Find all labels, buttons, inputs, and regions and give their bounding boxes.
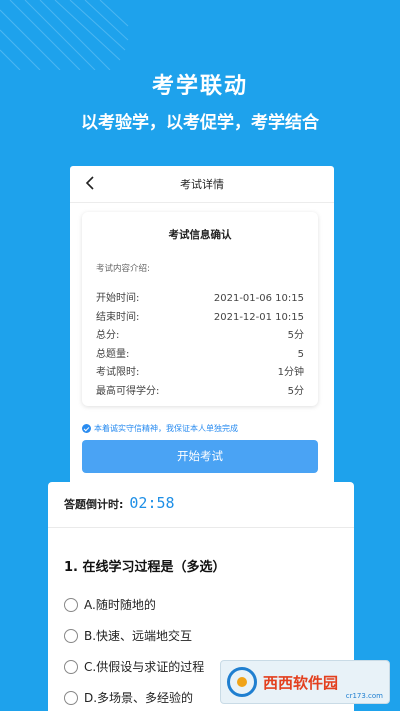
row-value: 2021-12-01 10:15 [213, 311, 304, 323]
radio-icon[interactable] [64, 597, 78, 612]
row-label: 开始时间: [96, 293, 140, 304]
timer-value: 02:58 [129, 494, 175, 512]
radio-icon[interactable] [64, 628, 78, 643]
option-c[interactable]: C.供假设与求证的过程 [64, 658, 204, 675]
radio-icon[interactable] [64, 690, 78, 705]
hero-title: 考学联动 [151, 74, 248, 99]
radio-icon[interactable] [64, 659, 78, 674]
option-label: A.随时随地的 [84, 598, 156, 612]
countdown: 答题倒计时: 02:58 [64, 494, 175, 512]
info-rows: 开始时间: 2021-01-06 10:15 结束时间: 2021-12-01 … [96, 290, 304, 402]
row-value: 5分 [287, 330, 304, 342]
nav-bar: 考试详情 [70, 166, 334, 203]
intro-label: 考试内容介绍: [96, 264, 150, 274]
watermark-name: 西西软件园 [263, 673, 339, 692]
info-row-score: 总分: 5分 [96, 327, 304, 346]
row-label: 最高可得学分: [96, 385, 160, 397]
watermark-url: cr173.com [345, 692, 383, 700]
row-label: 结束时间: [96, 311, 140, 323]
option-d[interactable]: D.多场景、多经验的 [64, 689, 193, 706]
info-row-count: 总题量: 5 [96, 346, 304, 365]
row-value: 5分 [287, 385, 304, 397]
info-row-limit: 考试限时: 1分钟 [96, 364, 304, 383]
option-b[interactable]: B.快速、远端地交互 [64, 627, 192, 644]
option-label: D.多场景、多经验的 [84, 691, 194, 705]
row-label: 考试限时: [96, 367, 140, 379]
row-value: 5 [297, 348, 304, 360]
hero-subtitle: 以考验学，以考促学，考学结合 [81, 113, 319, 133]
start-exam-button[interactable]: 开始考试 [82, 440, 318, 473]
question-text: 1. 在线学习过程是（多选） [64, 560, 226, 575]
site-logo-icon [227, 667, 257, 697]
divider [48, 527, 354, 528]
row-value: 1分钟 [277, 367, 304, 379]
exam-info-card: 考试信息确认 考试内容介绍: 开始时间: 2021-01-06 10:15 结束… [82, 212, 318, 406]
row-value: 2021-01-06 10:15 [213, 293, 304, 304]
checkmark-icon[interactable] [82, 424, 91, 433]
background-pattern [0, 0, 130, 70]
row-label: 总题量: [96, 348, 130, 360]
nav-title: 考试详情 [180, 178, 224, 191]
timer-label: 答题倒计时: [64, 498, 124, 511]
option-a[interactable]: A.随时随地的 [64, 596, 156, 613]
option-label: B.快速、远端地交互 [84, 629, 193, 643]
pledge-checkbox[interactable]: 本着诚实守信精神，我保证本人单独完成 [82, 423, 238, 434]
row-label: 总分: [96, 330, 120, 342]
info-row-start: 开始时间: 2021-01-06 10:15 [96, 290, 304, 309]
exam-detail-screen: 考试详情 考试信息确认 考试内容介绍: 开始时间: 2021-01-06 10:… [70, 166, 334, 496]
watermark: 西西软件园 cr173.com [220, 660, 390, 704]
option-label: C.供假设与求证的过程 [84, 660, 205, 674]
info-row-end: 结束时间: 2021-12-01 10:15 [96, 309, 304, 328]
pledge-text: 本着诚实守信精神，我保证本人单独完成 [94, 424, 238, 433]
info-row-credits: 最高可得学分: 5分 [96, 383, 304, 402]
card-title: 考试信息确认 [168, 229, 232, 241]
